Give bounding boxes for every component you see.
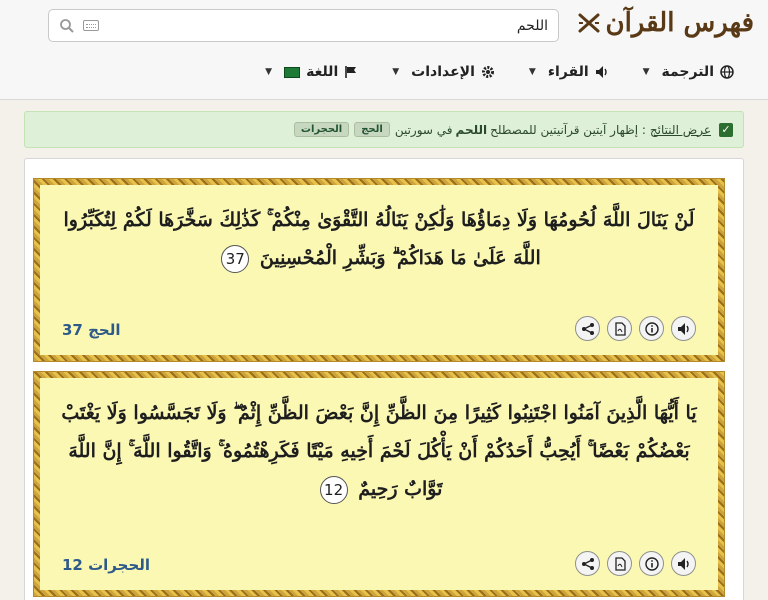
alert-separator: : [641, 122, 646, 137]
caret-down-icon: ▼ [392, 67, 400, 77]
search-icon[interactable] [59, 18, 75, 34]
info-icon [644, 556, 659, 571]
share-icon [581, 557, 594, 570]
main-nav: الترجمة ▼ القراء ▼ الإعدادات ▼ اللغة ▼ [265, 64, 734, 80]
caret-down-icon: ▼ [265, 67, 273, 77]
share-icon [581, 322, 594, 335]
crossed-swords-icon [578, 13, 600, 33]
pdf-button[interactable] [607, 316, 632, 341]
ayah-number: 37 [221, 245, 250, 273]
surah-badge-hujurat[interactable]: الحجرات [293, 122, 350, 137]
nav-reciters[interactable]: القراء ▼ [529, 64, 609, 80]
nav-settings[interactable]: الإعدادات ▼ [392, 64, 495, 80]
verse-tools [575, 551, 696, 576]
verse-text: لَنْ يَنَالَ اللَّهَ لُحُومُهَا وَلَا دِ… [63, 209, 695, 269]
flag-icon [345, 66, 357, 78]
audio-icon [677, 322, 689, 335]
alert-term: اللحم [455, 122, 488, 137]
verse-reference[interactable]: الحج 37 [62, 321, 121, 339]
verse-text-block: يَا أَيُّهَا الَّذِينَ آمَنُوا اجْتَنِبُ… [40, 378, 718, 508]
check-icon: ✓ [719, 122, 733, 137]
verse-card: يَا أَيُّهَا الَّذِينَ آمَنُوا اجْتَنِبُ… [34, 372, 724, 596]
nav-translation[interactable]: الترجمة ▼ [643, 64, 734, 80]
search-box[interactable]: اللحم [48, 9, 559, 42]
surah-badge-hajj[interactable]: الحج [354, 122, 390, 137]
nav-reciters-label: القراء [547, 64, 589, 80]
verse-tools [575, 316, 696, 341]
globe-icon [720, 65, 734, 79]
verse-reference[interactable]: الحجرات 12 [62, 556, 150, 574]
verse-footer: الحج 37 [40, 311, 718, 355]
info-icon [644, 321, 659, 336]
pdf-button[interactable] [607, 551, 632, 576]
keyboard-icon[interactable] [83, 20, 99, 31]
audio-button[interactable] [671, 551, 696, 576]
gear-icon [481, 66, 494, 78]
alert-text-before: إظهار آيتين قرآنيتين للمصطلح [490, 122, 639, 137]
verse-text-block: لَنْ يَنَالَ اللَّهَ لُحُومُهَا وَلَا دِ… [40, 185, 718, 277]
info-button[interactable] [639, 316, 664, 341]
header: فهرس القرآن اللحم الترجمة ▼ القراء ▼ الإ… [0, 0, 768, 100]
logo-text: فهرس القرآن [605, 8, 754, 38]
share-button[interactable] [575, 551, 600, 576]
results-link[interactable]: عرض النتائج [650, 123, 711, 137]
saudi-flag-icon [284, 66, 301, 78]
nav-translation-label: الترجمة [661, 64, 714, 80]
speaker-icon [595, 66, 607, 78]
audio-icon [677, 557, 689, 570]
pdf-icon [614, 556, 626, 571]
ayah-number: 12 [319, 476, 348, 504]
nav-settings-label: الإعدادات [411, 64, 475, 80]
alert-text-after: في سورتين [394, 122, 453, 137]
share-button[interactable] [575, 316, 600, 341]
verse-footer: الحجرات 12 [40, 546, 718, 590]
search-input[interactable]: اللحم [99, 18, 548, 34]
results-alert: ✓ عرض النتائج : إظهار آيتين قرآنيتين للم… [24, 111, 744, 148]
verse-text: يَا أَيُّهَا الَّذِينَ آمَنُوا اجْتَنِبُ… [61, 402, 697, 500]
nav-language-label: اللغة [306, 64, 339, 80]
audio-button[interactable] [671, 316, 696, 341]
caret-down-icon: ▼ [528, 67, 536, 77]
nav-language[interactable]: اللغة ▼ [265, 64, 358, 80]
site-logo[interactable]: فهرس القرآن [577, 8, 754, 38]
caret-down-icon: ▼ [642, 67, 650, 77]
verse-card: لَنْ يَنَالَ اللَّهَ لُحُومُهَا وَلَا دِ… [34, 179, 724, 361]
info-button[interactable] [639, 551, 664, 576]
pdf-icon [614, 321, 626, 336]
